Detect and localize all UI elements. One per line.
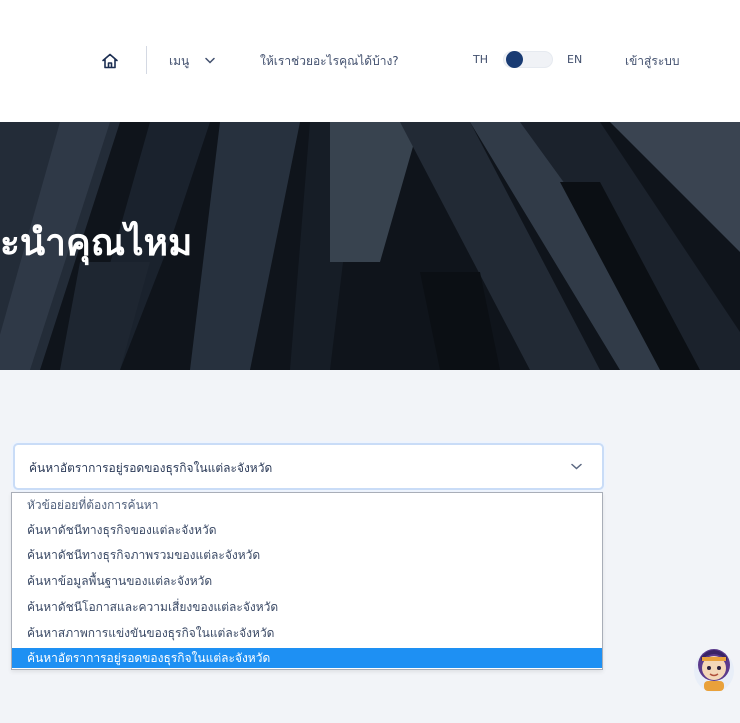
help-link[interactable]: ให้เราช่วยอะไรคุณได้บ้าง? (260, 52, 399, 71)
top-navbar: เมนู ให้เราช่วยอะไรคุณได้บ้าง? TH EN เข้… (0, 0, 740, 122)
chevron-down-icon[interactable] (205, 57, 215, 64)
menu-button[interactable]: เมนู (169, 52, 189, 71)
dropdown-option[interactable]: ค้นหาดัชนีโอกาสและความเสี่ยงของแต่ละจังห… (12, 597, 602, 617)
dropdown-option-header: หัวข้อย่อยที่ต้องการค้นหา (27, 498, 159, 512)
home-icon[interactable] (101, 52, 119, 70)
login-link[interactable]: เข้าสู่ระบบ (625, 52, 680, 71)
dropdown-option-selected[interactable]: ค้นหาอัตราการอยู่รอดของธุรกิจในแต่ละจังห… (12, 648, 602, 668)
dropdown-option[interactable]: ค้นหาดัชนีทางธุรกิจภาพรวมของแต่ละจังหวัด (12, 545, 602, 565)
topic-select-value: ค้นหาอัตราการอยู่รอดของธุรกิจในแต่ละจังห… (29, 461, 273, 475)
chatbot-mascot-icon[interactable] (688, 637, 740, 697)
hero-title: ะนำคุณไหม (0, 221, 193, 264)
topic-dropdown-list: หัวข้อย่อยที่ต้องการค้นหา ค้นหาดัชนีทางธ… (11, 492, 603, 670)
dropdown-option[interactable]: ค้นหาสภาพการแข่งขันของธุรกิจในแต่ละจังหว… (12, 623, 602, 643)
dropdown-option[interactable]: ค้นหาข้อมูลพื้นฐานของแต่ละจังหวัด (12, 571, 602, 591)
language-toggle-knob[interactable] (506, 51, 523, 68)
lang-th-label[interactable]: TH (473, 53, 488, 66)
lang-en-label[interactable]: EN (567, 53, 582, 66)
chevron-down-icon[interactable] (571, 463, 582, 470)
hero-banner: ะนำคุณไหม (0, 122, 740, 370)
topic-select[interactable]: ค้นหาอัตราการอยู่รอดของธุรกิจในแต่ละจังห… (13, 443, 604, 490)
dropdown-option[interactable]: ค้นหาดัชนีทางธุรกิจของแต่ละจังหวัด (12, 520, 602, 540)
nav-divider (146, 46, 147, 74)
